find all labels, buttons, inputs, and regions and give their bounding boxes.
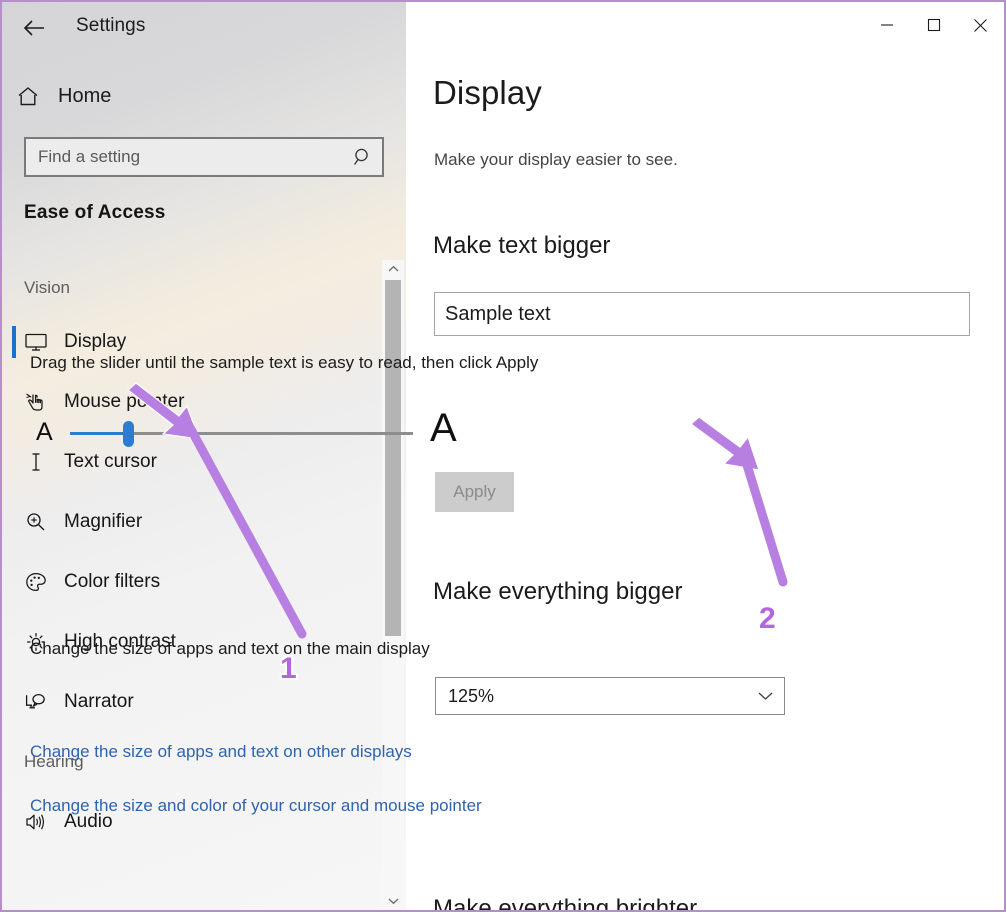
search-icon[interactable]: [344, 147, 382, 167]
apply-button[interactable]: Apply: [435, 472, 514, 512]
app-title: Settings: [76, 15, 146, 36]
chevron-up-icon[interactable]: [382, 260, 404, 278]
link-change-cursor-size-color[interactable]: Change the size and color of your cursor…: [30, 792, 560, 819]
sidebar-scrollbar-thumb[interactable]: [385, 280, 401, 636]
sample-text-box[interactable]: Sample text: [434, 292, 970, 336]
slider-max-label: A: [430, 406, 457, 450]
text-size-slider-thumb[interactable]: [123, 421, 135, 447]
search-box[interactable]: [24, 137, 384, 177]
search-input[interactable]: [26, 147, 344, 167]
nav-group-title-vision: Vision: [24, 278, 70, 297]
page-subtitle: Make your display easier to see.: [434, 150, 678, 169]
display-scale-value: 125%: [448, 685, 495, 706]
sample-text-value: Sample text: [445, 302, 551, 325]
settings-sidebar: Settings Home Ease of Access Visio: [2, 2, 406, 910]
chevron-down-icon[interactable]: [746, 691, 784, 701]
link-change-size-other-displays[interactable]: Change the size of apps and text on othe…: [30, 738, 560, 765]
annotation-marker-2: 2: [759, 602, 776, 635]
selection-indicator: [12, 326, 16, 358]
sidebar-item-home[interactable]: Home: [2, 76, 382, 116]
display-settings-content: Display Make your display easier to see.…: [406, 2, 982, 910]
sidebar-item-label: Narrator: [64, 691, 134, 712]
sidebar-item-magnifier[interactable]: Magnifier: [2, 492, 380, 552]
settings-window: Settings Home Ease of Access Visio: [0, 0, 1006, 912]
slider-min-label: A: [36, 418, 53, 446]
text-size-slider-fill: [70, 432, 129, 435]
annotation-marker-1: 1: [280, 652, 297, 685]
sidebar-item-narrator[interactable]: Narrator: [2, 672, 380, 732]
display-scale-dropdown[interactable]: 125%: [435, 677, 785, 715]
slider-description: Drag the slider until the sample text is…: [30, 353, 539, 372]
chevron-down-icon[interactable]: [382, 892, 404, 910]
scale-description: Change the size of apps and text on the …: [30, 639, 430, 658]
narrator-icon: [24, 691, 58, 713]
sidebar-item-label: Magnifier: [64, 511, 143, 532]
magnifier-plus-icon: [24, 511, 58, 533]
settings-content-pane: Display Make your display easier to see.…: [406, 2, 1004, 910]
text-size-slider[interactable]: A A: [30, 406, 460, 456]
sidebar-item-color-filters[interactable]: Color filters: [2, 552, 380, 612]
section-heading-make-everything-brighter: Make everything brighter: [433, 895, 698, 912]
monitor-icon: [24, 332, 58, 352]
sidebar-item-label-home: Home: [58, 84, 112, 107]
section-heading-make-everything-bigger: Make everything bigger: [433, 578, 683, 605]
back-arrow-icon[interactable]: [14, 10, 54, 46]
page-title: Display: [433, 74, 542, 111]
hand-pointer-icon: [24, 392, 58, 413]
home-icon: [2, 86, 48, 107]
section-heading-make-text-bigger: Make text bigger: [433, 232, 611, 259]
sidebar-item-label: Mouse pointer: [64, 391, 185, 412]
sidebar-item-label: Color filters: [64, 571, 161, 592]
text-size-slider-track[interactable]: [70, 421, 413, 447]
palette-icon: [24, 571, 58, 593]
sidebar-titlebar: Settings: [2, 2, 406, 54]
sidebar-category-title: Ease of Access: [24, 202, 166, 223]
